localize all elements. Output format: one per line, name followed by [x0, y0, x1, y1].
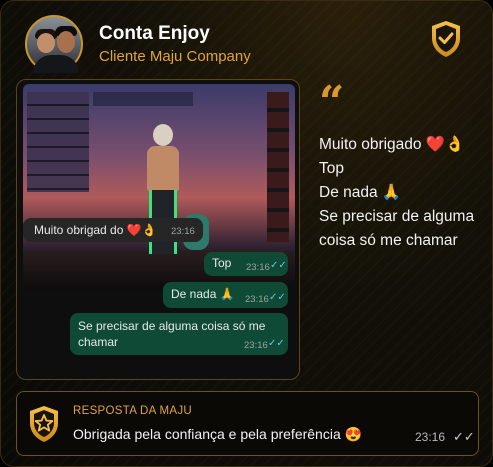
- read-receipt-icon: ✓✓: [453, 429, 475, 444]
- reply-box: RESPOSTA DA MAJU Obrigada pela confiança…: [16, 391, 479, 456]
- chat-message: Se precisar de alguma coisa só me chamar…: [70, 313, 288, 355]
- message-time: 23:16: [246, 262, 270, 273]
- message-text: Se precisar de alguma coisa só me chamar: [78, 319, 266, 349]
- transcript-line: Top: [319, 160, 344, 177]
- read-receipt-icon: ✓✓: [268, 338, 285, 349]
- message-transcript: Muito obrigado ❤️👌 Top De nada 🙏 Se prec…: [319, 133, 484, 253]
- shield-star-icon: [30, 406, 58, 442]
- chat-message: Muito obrigad do ❤️👌 23:16: [23, 218, 203, 242]
- reply-message: Obrigada pela confiança e pela preferênc…: [73, 426, 363, 442]
- read-receipt-icon: ✓✓: [269, 292, 286, 303]
- transcript-line: coisa só me chamar: [319, 232, 458, 249]
- message-text: Muito obrigad do ❤️👌: [34, 223, 157, 237]
- transcript-line: Se precisar de alguma: [319, 208, 475, 225]
- chat-message: Top 23:16 ✓✓: [204, 252, 288, 276]
- reply-time: 23:16: [415, 430, 446, 444]
- message-text: Top: [212, 256, 232, 270]
- avatar: [25, 15, 83, 73]
- message-time: 23:16: [244, 340, 268, 351]
- shield-check-icon: [432, 21, 460, 57]
- message-time: 23:16: [245, 294, 269, 305]
- chat-message: De nada 🙏 23:16 ✓✓: [163, 282, 288, 308]
- transcript-line: De nada 🙏: [319, 184, 402, 201]
- account-name: Conta Enjoy: [99, 23, 210, 44]
- transcript-line: Muito obrigado ❤️👌: [319, 136, 465, 153]
- reply-title: RESPOSTA DA MAJU: [73, 405, 192, 417]
- header: Conta Enjoy Cliente Maju Company: [25, 15, 475, 75]
- quote-icon: “: [319, 77, 345, 128]
- message-time: 23:16: [171, 226, 195, 237]
- message-text: De nada 🙏: [171, 287, 235, 301]
- read-receipt-icon: ✓✓: [270, 260, 287, 271]
- testimonial-card: Conta Enjoy Cliente Maju Company Muito o…: [0, 0, 493, 467]
- chat-screenshot: Muito obrigad do ❤️👌 23:16 Top 23:16 ✓✓ …: [16, 79, 300, 380]
- client-label: Cliente Maju Company: [99, 48, 251, 65]
